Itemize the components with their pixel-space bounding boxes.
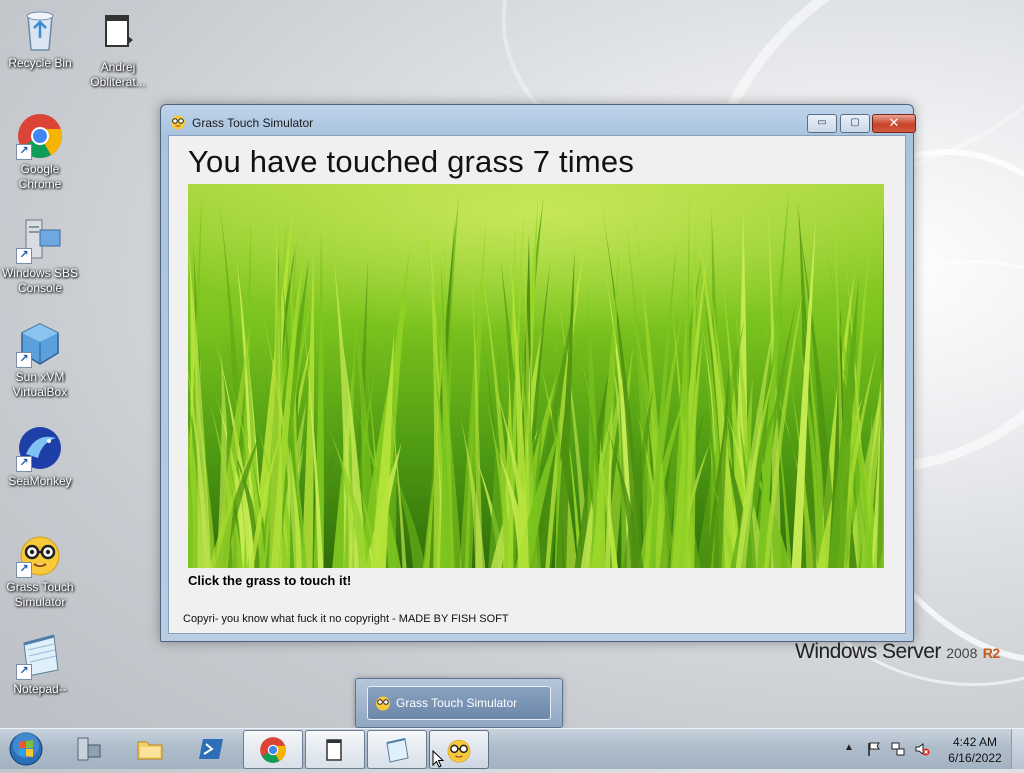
os-edition: R2: [982, 645, 1000, 661]
shortcut-arrow-icon: ↗: [16, 664, 32, 680]
nerd-face-icon: [445, 736, 473, 764]
shortcut-arrow-icon: ↗: [16, 562, 32, 578]
shortcut-arrow-icon: ↗: [16, 248, 32, 264]
taskbar-preview-popup: Grass Touch Simulator: [355, 678, 563, 728]
copyright-text: Copyri- you know what fuck it no copyrig…: [183, 613, 509, 625]
volume-muted-icon[interactable]: [914, 741, 930, 757]
show-desktop-button[interactable]: [1011, 729, 1024, 769]
clock-date: 6/16/2022: [948, 751, 1002, 765]
grass-touch-window: Grass Touch Simulator ▭ ▢ ✕ You have tou…: [160, 104, 916, 642]
virtualbox-icon: ↗: [16, 320, 64, 368]
chrome-icon: [259, 736, 287, 764]
grass-image-button[interactable]: [188, 184, 884, 568]
nerd-face-icon: [375, 695, 391, 711]
desktop-icon-notepad[interactable]: ↗ Notepad--: [0, 632, 80, 697]
folder-icon: [94, 10, 142, 58]
shortcut-arrow-icon: ↗: [16, 144, 32, 160]
taskbar: ▲ 4:42 AM 6/16/2022: [0, 728, 1024, 769]
close-button[interactable]: ✕: [872, 114, 916, 133]
desktop-icon-google-chrome[interactable]: ↗ Google Chrome: [0, 112, 80, 192]
taskbar-server-manager-button[interactable]: [59, 730, 117, 767]
clock-time: 4:42 AM: [952, 735, 998, 749]
taskbar-clock[interactable]: 4:42 AM 6/16/2022: [940, 734, 1010, 766]
recycle-bin-icon: [16, 6, 64, 54]
notepad-icon: ↗: [16, 632, 64, 680]
shortcut-arrow-icon: ↗: [16, 352, 32, 368]
desktop-icon-grass-touch-simulator[interactable]: ↗ Grass Touch Simulator: [0, 530, 80, 610]
nerd-face-icon: ↗: [16, 530, 64, 578]
desktop-icon-label: Sun xVM VirtualBox: [12, 370, 68, 399]
system-tray: ▲ 4:42 AM 6/16/2022: [840, 729, 1024, 769]
mouse-cursor-icon: [432, 749, 446, 768]
window-title: Grass Touch Simulator: [192, 116, 314, 130]
touch-count-headline: You have touched grass 7 times: [188, 144, 635, 179]
desktop-icon-label: Recycle Bin: [8, 56, 72, 70]
flag-icon[interactable]: [866, 741, 882, 757]
desktop-icon-virtualbox[interactable]: ↗ Sun xVM VirtualBox: [0, 320, 80, 400]
windows-server-logo: Windows Server 2008 R2: [795, 640, 1000, 664]
desktop-icon-label: SeaMonkey: [8, 474, 72, 488]
desktop-icon-recycle-bin[interactable]: Recycle Bin: [0, 6, 80, 71]
desktop-icon-label: Andrej Obliterat...: [90, 60, 146, 89]
notepad-icon: [383, 736, 411, 764]
desktop-icon-label: Notepad--: [13, 682, 67, 696]
chrome-icon: ↗: [16, 112, 64, 160]
window-titlebar[interactable]: Grass Touch Simulator ▭ ▢ ✕: [161, 105, 916, 137]
seamonkey-icon: ↗: [16, 424, 64, 472]
desktop-icon-label: Google Chrome: [18, 162, 62, 191]
shortcut-arrow-icon: ↗: [16, 456, 32, 472]
maximize-button[interactable]: ▢: [840, 114, 870, 133]
minimize-button[interactable]: ▭: [807, 114, 837, 133]
server-manager-icon: [74, 735, 102, 763]
nerd-face-icon: [170, 114, 186, 130]
folder-icon: [321, 736, 349, 764]
taskbar-explorer-button[interactable]: [121, 730, 179, 767]
taskbar-folder-button[interactable]: [305, 730, 365, 769]
desktop-icon-windows-sbs-console[interactable]: ↗ Windows SBS Console: [0, 216, 80, 296]
os-brand: Windows Server: [795, 640, 941, 663]
explorer-icon: [136, 735, 164, 763]
network-icon[interactable]: [890, 741, 906, 757]
start-button[interactable]: [4, 730, 48, 768]
window-client-area: You have touched grass 7 times Click the…: [168, 135, 906, 634]
os-year: 2008: [946, 645, 978, 661]
taskbar-chrome-button[interactable]: [243, 730, 303, 769]
chevron-up-icon[interactable]: ▲: [844, 742, 860, 758]
taskbar-notepad-button[interactable]: [367, 730, 427, 769]
taskbar-preview-label: Grass Touch Simulator: [396, 696, 518, 710]
desktop-icon-seamonkey[interactable]: ↗ SeaMonkey: [0, 424, 80, 489]
desktop-icon-label: Windows SBS Console: [1, 266, 79, 295]
sbs-console-icon: ↗: [16, 216, 64, 264]
desktop-icon-andrej-obliterat[interactable]: Andrej Obliterat...: [78, 10, 158, 90]
taskbar-powershell-button[interactable]: [182, 730, 240, 767]
desktop-icon-label: Grass Touch Simulator: [6, 580, 74, 609]
taskbar-preview-item[interactable]: Grass Touch Simulator: [367, 686, 551, 720]
instruction-text: Click the grass to touch it!: [188, 573, 352, 588]
powershell-icon: [197, 735, 225, 763]
